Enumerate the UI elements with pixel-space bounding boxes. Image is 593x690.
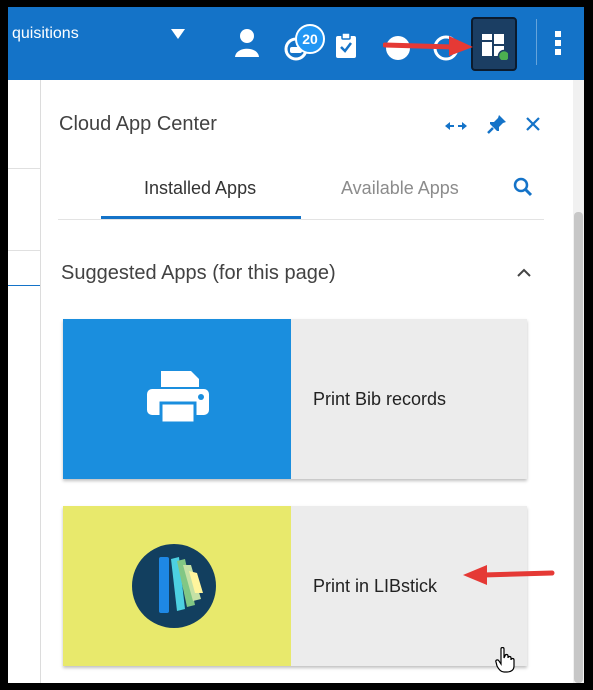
- app-thumbnail: [63, 319, 291, 479]
- cloud-apps-icon: [482, 34, 508, 60]
- printer-icon: [147, 371, 209, 425]
- tab-installed-apps[interactable]: Installed Apps: [144, 175, 256, 219]
- search-icon[interactable]: [513, 177, 533, 197]
- tab-available-apps[interactable]: Available Apps: [341, 175, 459, 219]
- app-name: Print Bib records: [313, 389, 447, 409]
- app-tabs: Installed Apps Available Apps: [58, 175, 544, 220]
- notification-badge: 20: [295, 24, 325, 54]
- tasks-icon[interactable]: [335, 33, 357, 59]
- section-title: Suggested Apps (for this page): [61, 262, 336, 284]
- user-icon[interactable]: [234, 28, 260, 58]
- close-icon[interactable]: [525, 116, 541, 132]
- app-card-print-bib-records[interactable]: Print Bib records: [63, 319, 527, 479]
- annotation-arrow-icon: [383, 36, 473, 56]
- panel-title: Cloud App Center: [59, 113, 217, 135]
- top-bar: quisitions 20: [8, 7, 584, 80]
- caret-down-icon[interactable]: [171, 29, 185, 39]
- toolbar-divider: [536, 19, 537, 65]
- pin-icon[interactable]: [487, 114, 507, 134]
- cloud-app-center-panel: Cloud App Center Installed Apps Availabl…: [41, 80, 584, 683]
- app-thumbnail: [63, 506, 291, 666]
- breadcrumb[interactable]: quisitions: [12, 25, 79, 43]
- expand-horizontal-icon[interactable]: [445, 120, 467, 132]
- active-tab-indicator: [101, 216, 301, 219]
- more-vertical-icon[interactable]: [555, 31, 561, 57]
- cloud-apps-button[interactable]: [471, 17, 517, 71]
- panel-scrollbar-thumb[interactable]: [574, 212, 583, 683]
- book-spine-label-icon: [132, 544, 216, 628]
- app-card-print-in-libstick[interactable]: Print in LIBstick: [63, 506, 527, 666]
- page-background: [8, 80, 41, 683]
- hand-pointer-icon: [495, 647, 515, 673]
- chevron-up-icon[interactable]: [517, 268, 531, 278]
- app-name: Print in LIBstick: [313, 576, 438, 596]
- app-window: quisitions 20 Cloud App Center Installed…: [8, 7, 584, 683]
- annotation-arrow-icon: [463, 565, 555, 585]
